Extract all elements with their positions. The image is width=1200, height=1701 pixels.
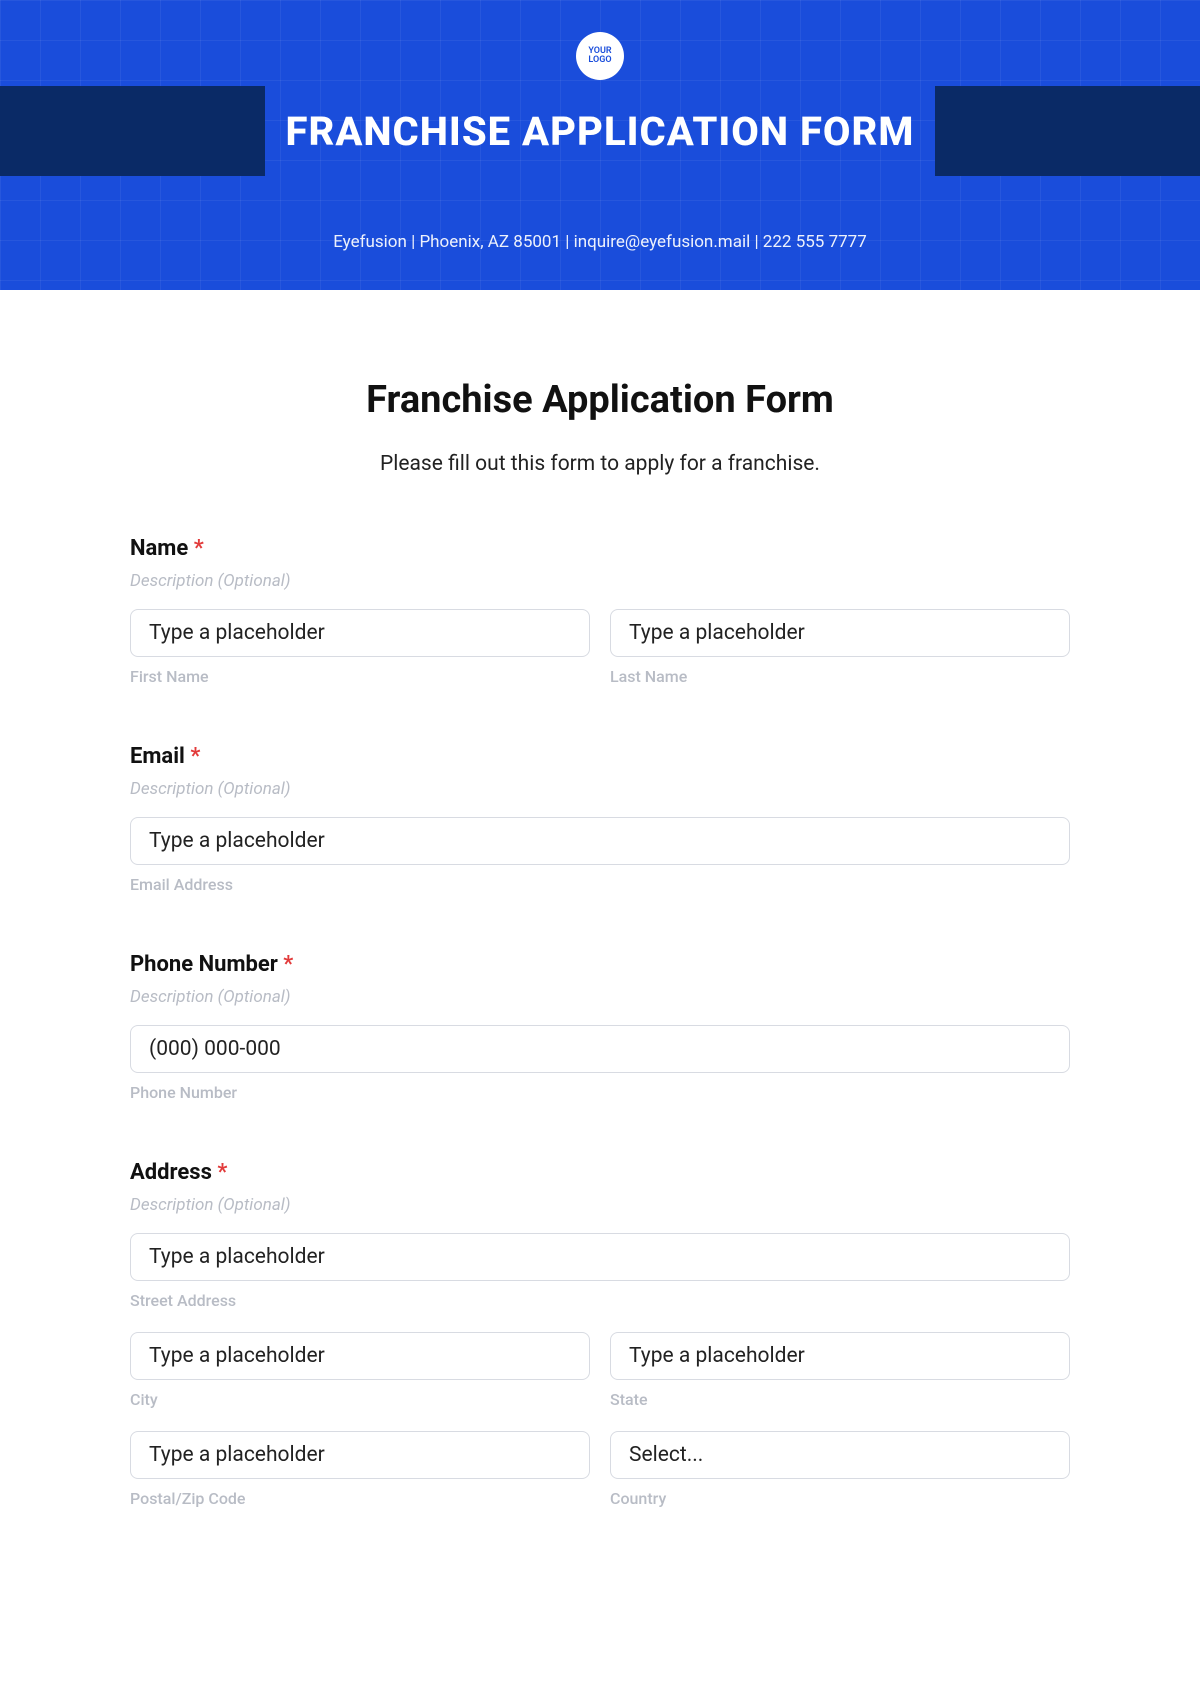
desc-phone: Description (Optional): [130, 987, 1070, 1007]
sublabel-country: Country: [610, 1489, 1070, 1508]
logo-placeholder: YOUR LOGO: [576, 32, 624, 80]
label-address-text: Address: [130, 1160, 212, 1185]
desc-name: Description (Optional): [130, 571, 1070, 591]
sublabel-email: Email Address: [130, 875, 1070, 894]
field-group-phone: Phone Number * Description (Optional) Ph…: [130, 952, 1070, 1102]
field-group-name: Name * Description (Optional) First Name…: [130, 536, 1070, 686]
header-contact-line: Eyefusion | Phoenix, AZ 85001 | inquire@…: [0, 232, 1200, 252]
form-subtitle: Please fill out this form to apply for a…: [130, 452, 1070, 476]
country-select[interactable]: [610, 1431, 1070, 1479]
required-mark: *: [283, 952, 293, 977]
email-input[interactable]: [130, 817, 1070, 865]
sublabel-first-name: First Name: [130, 667, 590, 686]
phone-input[interactable]: [130, 1025, 1070, 1073]
state-input[interactable]: [610, 1332, 1070, 1380]
label-phone: Phone Number *: [130, 952, 1070, 977]
required-mark: *: [217, 1160, 227, 1185]
field-group-address: Address * Description (Optional) Street …: [130, 1160, 1070, 1508]
first-name-input[interactable]: [130, 609, 590, 657]
label-email: Email *: [130, 744, 1070, 769]
required-mark: *: [194, 536, 204, 561]
header-banner: YOUR LOGO FRANCHISE APPLICATION FORM Eye…: [0, 0, 1200, 290]
required-mark: *: [190, 744, 200, 769]
street-address-input[interactable]: [130, 1233, 1070, 1281]
label-phone-text: Phone Number: [130, 952, 278, 977]
label-name-text: Name: [130, 536, 188, 561]
field-group-email: Email * Description (Optional) Email Add…: [130, 744, 1070, 894]
sublabel-last-name: Last Name: [610, 667, 1070, 686]
last-name-input[interactable]: [610, 609, 1070, 657]
sublabel-phone: Phone Number: [130, 1083, 1070, 1102]
label-address: Address *: [130, 1160, 1070, 1185]
label-name: Name *: [130, 536, 1070, 561]
desc-email: Description (Optional): [130, 779, 1070, 799]
sublabel-postal: Postal/Zip Code: [130, 1489, 590, 1508]
header-title: FRANCHISE APPLICATION FORM: [0, 108, 1200, 155]
sublabel-state: State: [610, 1390, 1070, 1409]
postal-input[interactable]: [130, 1431, 590, 1479]
desc-address: Description (Optional): [130, 1195, 1070, 1215]
logo-text: YOUR LOGO: [576, 47, 624, 65]
form-container: Franchise Application Form Please fill o…: [0, 290, 1200, 1646]
label-email-text: Email: [130, 744, 185, 769]
sublabel-street: Street Address: [130, 1291, 1070, 1310]
city-input[interactable]: [130, 1332, 590, 1380]
form-title: Franchise Application Form: [130, 378, 1070, 422]
sublabel-city: City: [130, 1390, 590, 1409]
